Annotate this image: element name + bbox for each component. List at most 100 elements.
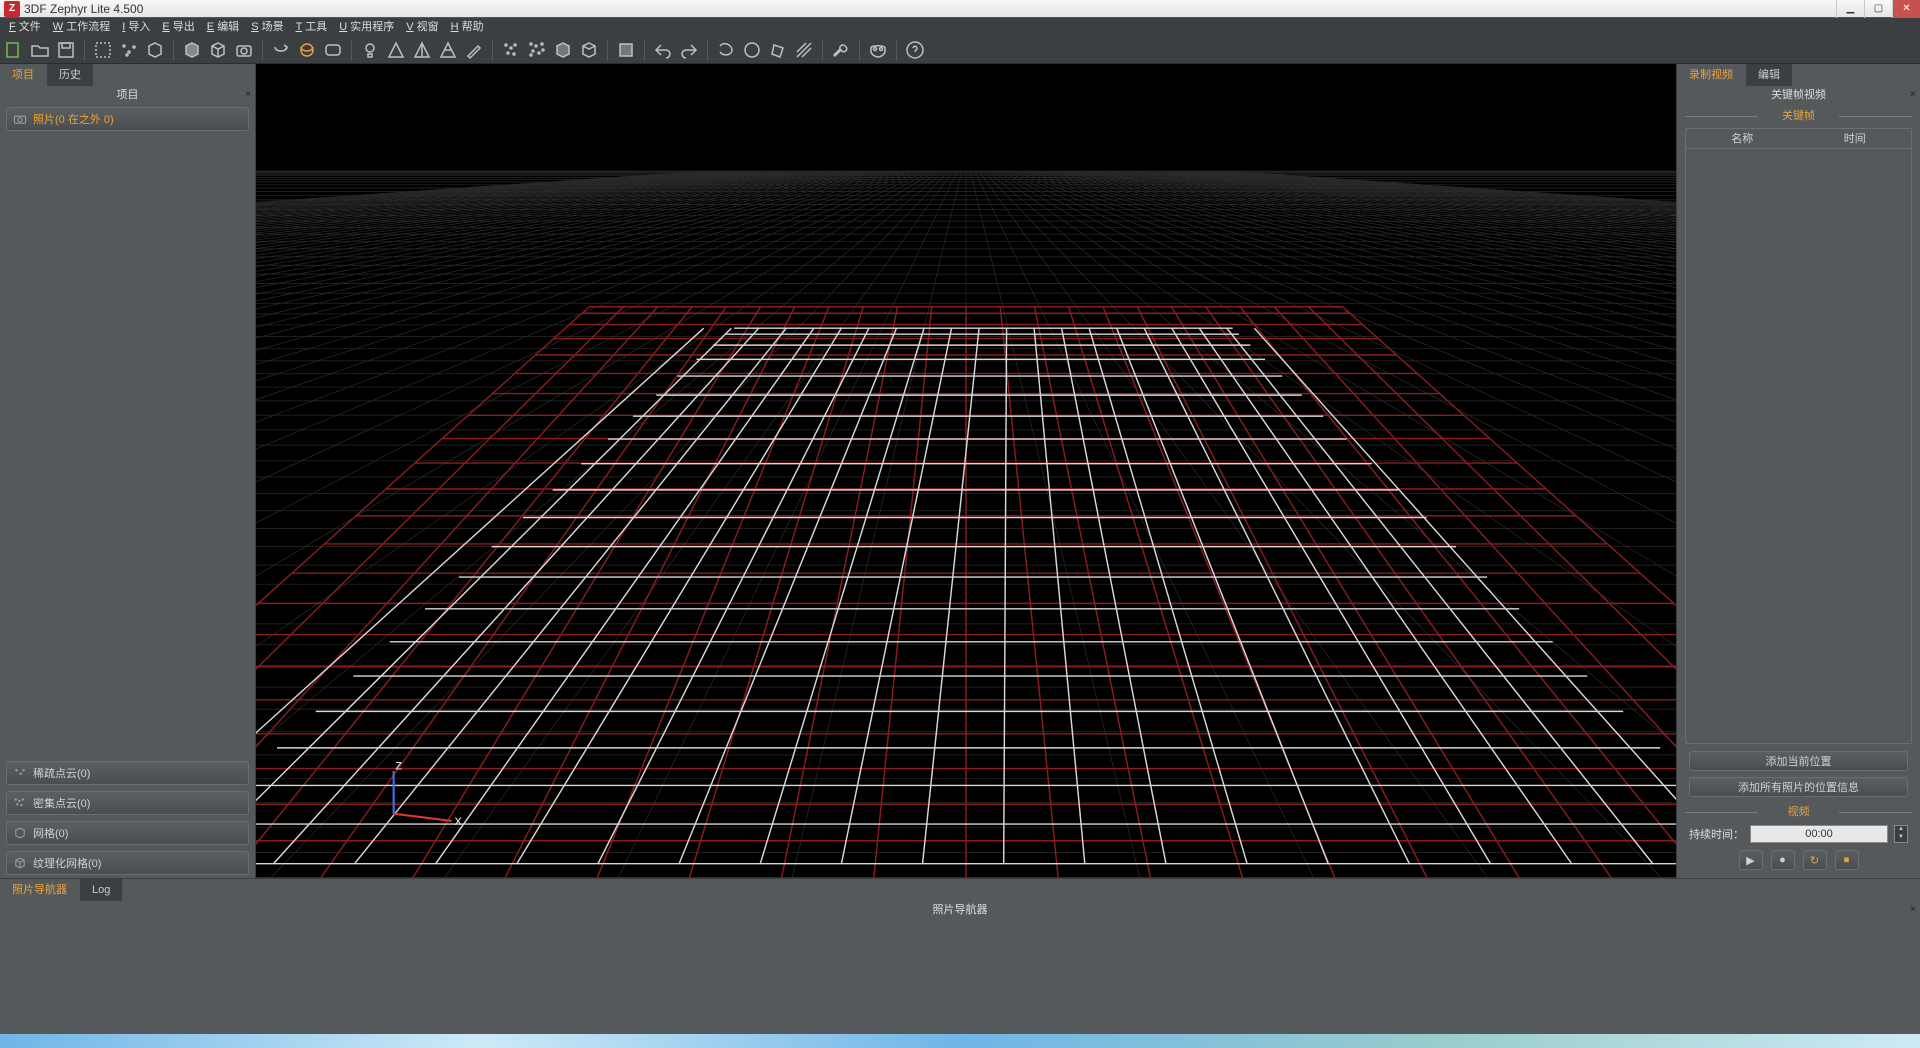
menubar: F 文件 W 工作流程 I 导入 E 导出 E 编辑 S 场景 T 工具 U 实… (0, 18, 1920, 36)
axis-z-label: z (395, 758, 402, 774)
mesh-label: 网格(0) (33, 825, 68, 841)
pan-icon[interactable] (297, 40, 317, 60)
keyframe-panel-title: 关键帧视频 (1771, 89, 1826, 101)
menu-edit[interactable]: E 编辑 (202, 18, 244, 36)
project-mesh-item[interactable]: 网格(0) (6, 821, 249, 845)
project-sparse-item[interactable]: 稀疏点云(0) (6, 761, 249, 785)
solid2-icon[interactable] (579, 40, 599, 60)
dense-cloud-icon[interactable] (145, 40, 165, 60)
dense-label: 密集点云(0) (33, 795, 90, 811)
poly-select-icon[interactable] (768, 40, 788, 60)
tab-record-video[interactable]: 录制视频 (1677, 64, 1746, 86)
titlebar: Z 3DF Zephyr Lite 4.500 ▁ ▢ ✕ (0, 0, 1920, 18)
kf-col-name: 名称 (1686, 129, 1799, 148)
bounding-box-icon[interactable] (93, 40, 113, 60)
duration-spinner[interactable]: ▲▼ (1894, 825, 1908, 843)
bottom-dock: 照片导航器 Log 照片导航器 × (0, 878, 1920, 1048)
tab-history[interactable]: 历史 (47, 64, 94, 86)
tab-photo-navigator[interactable]: 照片导航器 (0, 879, 80, 901)
bounds-icon[interactable] (323, 40, 343, 60)
menu-utilities[interactable]: U 实用程序 (334, 18, 399, 36)
app-title: 3DF Zephyr Lite 4.500 (24, 2, 1836, 16)
keyframe-list[interactable]: 名称 时间 (1685, 128, 1912, 744)
mesh-tri1-icon[interactable] (386, 40, 406, 60)
os-taskbar[interactable] (0, 1034, 1920, 1048)
sparse-small-icon (13, 766, 27, 780)
menu-help[interactable]: H 帮助 (446, 18, 489, 36)
camera-icon[interactable] (234, 40, 254, 60)
solid1-icon[interactable] (553, 40, 573, 60)
wrench-icon[interactable] (831, 40, 851, 60)
mesh-small-icon (13, 826, 27, 840)
project-textured-item[interactable]: 纹理化网格(0) (6, 851, 249, 875)
mask-icon[interactable] (868, 40, 888, 60)
project-panel-title: 项目 (117, 89, 139, 101)
mesh-tri3-icon[interactable] (438, 40, 458, 60)
camera-small-icon (13, 112, 27, 126)
photo-navigator-header: 照片导航器 × (0, 901, 1920, 919)
dense-small-icon (13, 796, 27, 810)
sparse-cloud-icon[interactable] (119, 40, 139, 60)
close-button[interactable]: ✕ (1892, 0, 1920, 18)
points2-icon[interactable] (527, 40, 547, 60)
menu-file[interactable]: F 文件 (4, 18, 46, 36)
duration-label: 持续时间： (1689, 826, 1744, 842)
keyframe-panel-header: 关键帧视频 × (1677, 86, 1920, 104)
tab-edit[interactable]: 编辑 (1746, 64, 1793, 86)
viewport-3d[interactable]: z x (256, 64, 1676, 878)
kf-col-time: 时间 (1799, 129, 1912, 148)
toolbar (0, 36, 1920, 64)
tab-project[interactable]: 项目 (0, 64, 47, 86)
mesh-shaded-icon[interactable] (182, 40, 202, 60)
points1-icon[interactable] (501, 40, 521, 60)
stop-button[interactable]: ⏹ (1835, 850, 1859, 870)
maximize-button[interactable]: ▢ (1864, 0, 1892, 18)
menu-tools[interactable]: T 工具 (291, 18, 333, 36)
menu-scene[interactable]: S 场景 (246, 18, 288, 36)
loop-button[interactable]: ↻ (1803, 850, 1827, 870)
light-icon[interactable] (360, 40, 380, 60)
circle-select-icon[interactable] (742, 40, 762, 60)
close-right-panel-icon[interactable]: × (1910, 86, 1916, 104)
menu-workflow[interactable]: W 工作流程 (48, 18, 115, 36)
photo-navigator-body[interactable] (0, 919, 1920, 1048)
video-group-label: 视频 (1685, 804, 1912, 820)
undo-icon[interactable] (653, 40, 673, 60)
texture-icon[interactable] (616, 40, 636, 60)
keyframe-group-label: 关键帧 (1685, 108, 1912, 124)
textured-small-icon (13, 856, 27, 870)
help-icon[interactable] (905, 40, 925, 60)
orbit-icon[interactable] (271, 40, 291, 60)
menu-export[interactable]: E 导出 (157, 18, 199, 36)
sparse-label: 稀疏点云(0) (33, 765, 90, 781)
lasso-icon[interactable] (716, 40, 736, 60)
project-photos-item[interactable]: 照片(0 在之外 0) (6, 107, 249, 131)
record-button[interactable]: ● (1771, 850, 1795, 870)
project-photos-label: 照片(0 在之外 0) (33, 111, 114, 127)
duration-input[interactable]: 00:00 (1750, 825, 1888, 843)
textured-label: 纹理化网格(0) (33, 855, 101, 871)
project-dense-item[interactable]: 密集点云(0) (6, 791, 249, 815)
right-panel: 录制视频 编辑 关键帧视频 × 关键帧 名称 时间 添加当前位置 添加所有照片的… (1676, 64, 1920, 878)
close-panel-icon[interactable]: × (245, 86, 251, 104)
grid-scene: z x (256, 64, 1676, 878)
tab-log[interactable]: Log (80, 879, 123, 901)
mesh-wire-icon[interactable] (208, 40, 228, 60)
play-button[interactable]: ▶ (1739, 850, 1763, 870)
add-all-photos-button[interactable]: 添加所有照片的位置信息 (1689, 777, 1908, 797)
open-icon[interactable] (30, 40, 50, 60)
new-icon[interactable] (4, 40, 24, 60)
brush-icon[interactable] (464, 40, 484, 60)
redo-icon[interactable] (679, 40, 699, 60)
left-panel: 项目 历史 项目 × 照片(0 在之外 0) 稀疏点云(0) 密集点云(0) (0, 64, 256, 878)
close-bottom-panel-icon[interactable]: × (1910, 901, 1916, 919)
save-icon[interactable] (56, 40, 76, 60)
slice-icon[interactable] (794, 40, 814, 60)
mesh-tri2-icon[interactable] (412, 40, 432, 60)
menu-import[interactable]: I 导入 (117, 18, 155, 36)
add-current-position-button[interactable]: 添加当前位置 (1689, 751, 1908, 771)
menu-view[interactable]: V 视窗 (401, 18, 443, 36)
minimize-button[interactable]: ▁ (1836, 0, 1864, 18)
axis-x-label: x (455, 813, 463, 829)
project-panel-header: 项目 × (0, 86, 255, 104)
